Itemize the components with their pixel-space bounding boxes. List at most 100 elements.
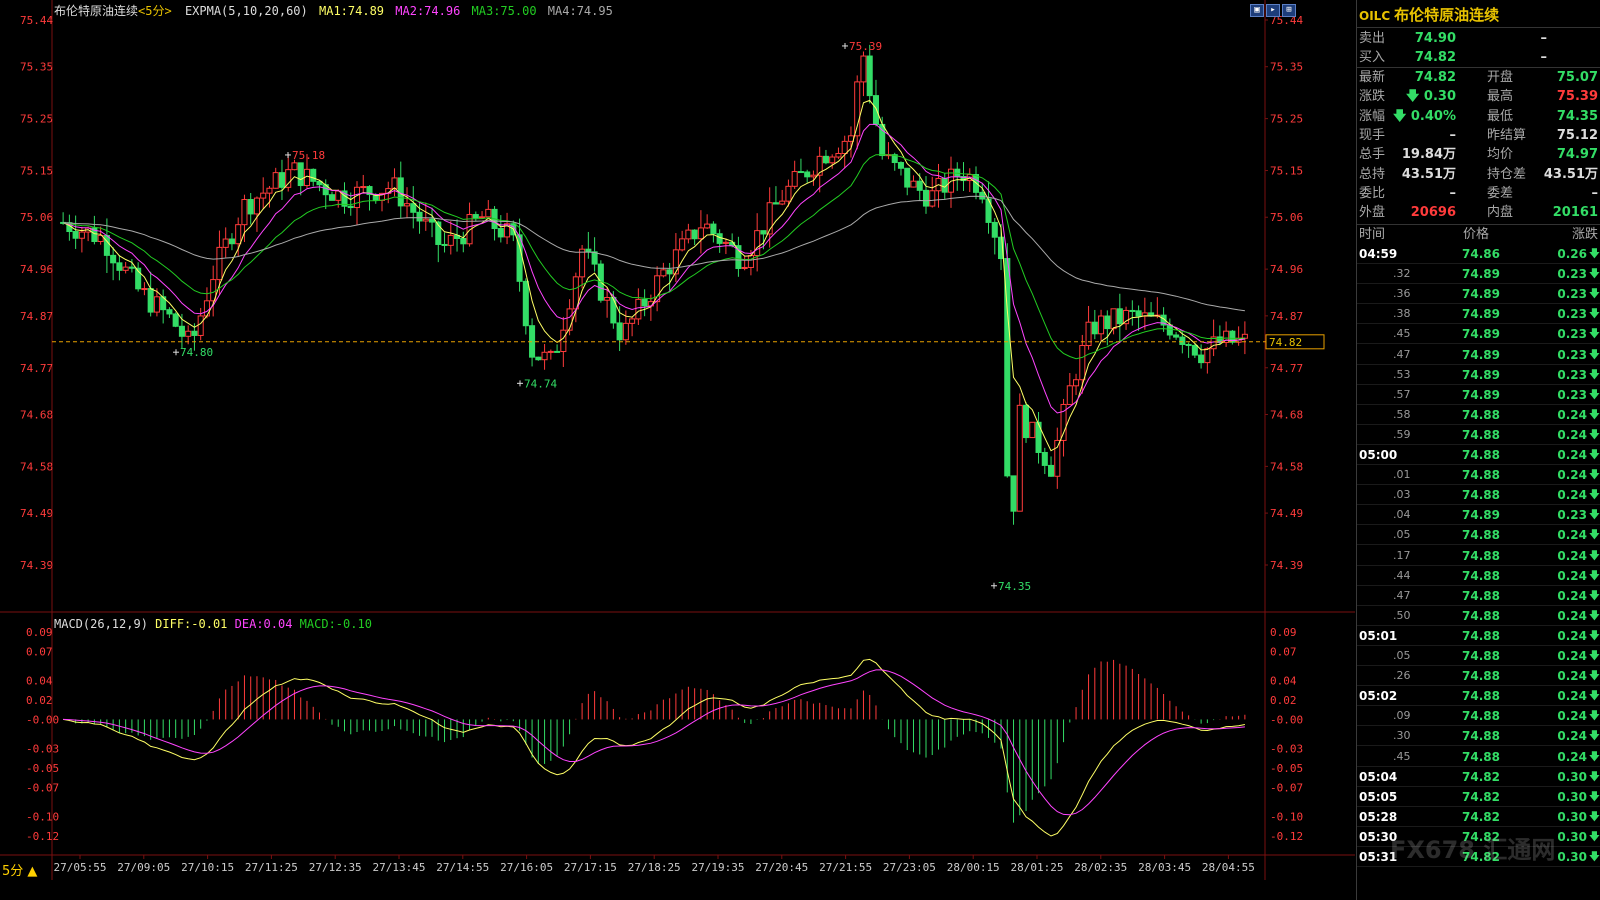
macd-tick-label: -0.10 [1270,811,1303,824]
candle-body [103,234,110,256]
tick-row[interactable]: .47 74.89 0.23 🡇 [1357,345,1600,365]
candle-body [922,189,930,207]
tick-price: 74.88 [1462,468,1500,483]
candle-body [272,172,279,189]
candle-body [904,167,911,188]
tick-time: .17 [1393,548,1411,562]
tick-row[interactable]: .05 74.88 0.24 🡇 [1357,646,1600,666]
tick-change: 0.23 [1557,367,1587,382]
play-icon[interactable]: ▸ [1266,4,1280,17]
down-arrow-icon: 🡇 [1588,749,1600,763]
time-tick-label: 28/00:15 [947,861,1000,874]
tick-row[interactable]: 05:05 74.82 0.30 🡇 [1357,787,1600,807]
candle-body [860,55,867,83]
tick-time: .50 [1393,608,1411,622]
tick-row[interactable]: .32 74.89 0.23 🡇 [1357,264,1600,285]
down-arrow-icon: 🡇 [1588,267,1600,281]
tick-time: 05:05 [1359,789,1398,804]
sell-volume: – [1540,31,1548,46]
candle-body [779,200,786,205]
tick-change: 0.23 [1557,508,1587,523]
ma2-value: MA2:74.96 [395,4,461,18]
candle-body [460,237,467,245]
indicator-label[interactable]: EXPMA(5,10,20,60) [185,4,308,18]
candle-body [310,168,317,182]
candle-body [1104,315,1111,330]
tick-header-time: 时间 [1359,227,1386,242]
candle-body [422,218,429,222]
candle-body [222,238,229,248]
tick-row[interactable]: .38 74.89 0.23 🡇 [1357,304,1600,325]
macd-tick-label: -0.07 [26,781,59,794]
candle-body [278,172,285,188]
quote-value: – [1591,185,1599,201]
tick-row[interactable]: .05 74.88 0.24 🡇 [1357,525,1600,546]
quote-label: 均价 [1487,147,1514,163]
tick-row[interactable]: .50 74.88 0.24 🡇 [1357,606,1600,626]
macd-tick-label: -0.10 [26,811,59,824]
tick-row[interactable]: .58 74.88 0.24 🡇 [1357,405,1600,425]
tick-row[interactable]: .59 74.88 0.24 🡇 [1357,425,1600,445]
candle-body [203,300,210,317]
instrument-code: OILC [1359,9,1391,23]
candle-body [991,221,998,238]
tick-row[interactable]: .57 74.89 0.23 🡇 [1357,385,1600,405]
tick-row[interactable]: 05:28 74.82 0.30 🡇 [1357,807,1600,827]
tick-time: .01 [1393,468,1411,482]
candle-body [685,229,692,240]
quote-value: 43.51万 [1543,166,1598,182]
layout-icon[interactable]: ▣ [1250,4,1264,17]
tick-row[interactable]: .09 74.88 0.24 🡇 [1357,706,1600,727]
tick-row[interactable]: .36 74.89 0.23 🡇 [1357,284,1600,305]
candle-body [910,180,917,188]
down-arrow-icon: 🡇 [1588,287,1600,301]
grid-icon[interactable]: ⊞ [1282,4,1296,17]
candle-body [153,296,160,313]
down-arrow-icon: 🡇 [1588,628,1600,642]
candle-body [679,238,686,251]
tick-row[interactable]: 05:01 74.88 0.24 🡇 [1357,626,1600,646]
macd-name[interactable]: MACD(26,12,9) [54,617,148,631]
down-arrow-icon: 🡇 [1588,709,1600,723]
tick-row[interactable]: 05:02 74.88 0.24 🡇 [1357,686,1600,707]
macd-tick-label: -0.03 [26,743,59,756]
tick-row[interactable]: .45 74.88 0.24 🡇 [1357,747,1600,767]
price-tick-label: 74.68 [1270,408,1303,421]
tick-row[interactable]: .04 74.89 0.23 🡇 [1357,505,1600,526]
chart-area[interactable]: 75.44 75.35 75.25 75.15 75.06 74.96 74.87 74.77… [0,0,1355,900]
tick-change: 0.24 [1557,468,1587,483]
candle-body [216,246,223,281]
candle-body [128,266,135,269]
tick-change: 0.30 [1557,769,1587,784]
tick-price: 74.89 [1462,367,1500,382]
quote-label: 昨结算 [1487,127,1527,143]
tick-row[interactable]: .26 74.88 0.24 🡇 [1357,666,1600,687]
candlestick-chart[interactable]: 75.44 75.35 75.25 75.15 75.06 74.96 74.87 74.77… [0,0,1355,900]
tick-row[interactable]: .01 74.88 0.24 🡇 [1357,465,1600,486]
candle-body [897,162,905,169]
tick-row[interactable]: 05:00 74.88 0.24 🡇 [1357,445,1600,465]
macd-tick-label: -0.00 [1270,713,1303,726]
candle-body [1041,451,1048,466]
candle-body [72,231,79,239]
quote-row: 涨幅 🡇 0.40% 最低 74.35 [1357,107,1600,126]
tick-row[interactable]: .44 74.88 0.24 🡇 [1357,566,1600,586]
candle-body [1079,345,1086,381]
tick-row[interactable]: .30 74.88 0.24 🡇 [1357,726,1600,747]
tick-row[interactable]: 05:04 74.82 0.30 🡇 [1357,767,1600,787]
candle-body [704,223,711,229]
macd-tick-label: -0.12 [1270,830,1303,843]
tick-row[interactable]: .03 74.88 0.24 🡇 [1357,485,1600,506]
macd-tick-label: 0.07 [26,645,53,658]
tick-row[interactable]: .45 74.89 0.23 🡇 [1357,324,1600,345]
down-arrow-icon: 🡇 [1588,850,1600,863]
candle-body [697,227,704,240]
period-selector-button[interactable]: 5分 ▲ [2,860,37,879]
tick-row[interactable]: .17 74.88 0.24 🡇 [1357,546,1600,566]
tick-price: 74.89 [1462,287,1500,302]
tick-row[interactable]: .47 74.88 0.24 🡇 [1357,586,1600,606]
tick-row[interactable]: .53 74.89 0.23 🡇 [1357,365,1600,385]
tick-row[interactable]: 04:59 74.86 0.26 🡇 [1357,244,1600,264]
tick-time: .45 [1393,749,1411,763]
tick-price: 74.88 [1462,588,1500,603]
